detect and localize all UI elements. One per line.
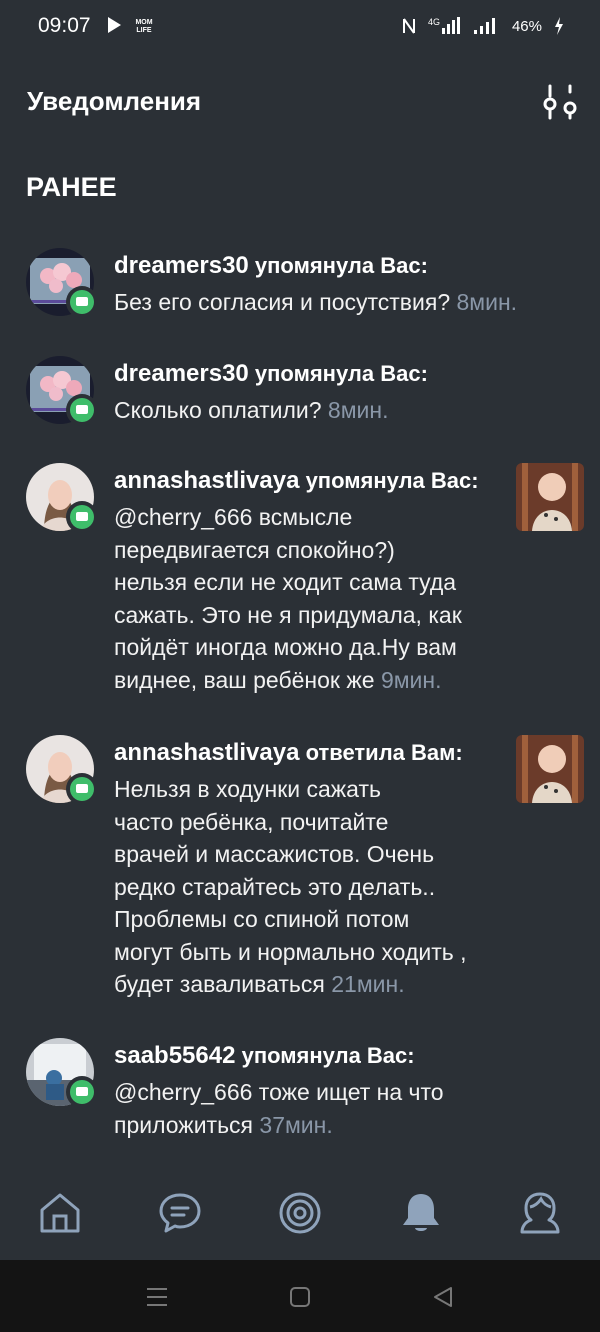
svg-text:4G: 4G	[428, 17, 440, 27]
app-logo-icon: MOM LIFE	[134, 16, 154, 36]
svg-text:LIFE: LIFE	[136, 27, 151, 34]
username[interactable]: annashastlivaya	[114, 739, 299, 766]
notification-item[interactable]: annashastlivaya упомянула Вас: @cherry_6…	[0, 463, 600, 703]
notification-header: annashastlivaya ответила Вам:	[114, 739, 463, 767]
back-icon[interactable]	[432, 1285, 454, 1309]
notification-header: dreamers30 упомянула Вас:	[114, 360, 428, 388]
notification-text: Нельзя в ходунки сажать часто ребёнка, п…	[114, 773, 467, 1001]
message-line: пойдёт иногда можно да.Ну вам	[114, 634, 457, 660]
message-text: Без его согласия и посутствия?	[114, 289, 451, 315]
message-line: сажать. Это не я придумала, как	[114, 601, 462, 628]
message-line: Нельзя в ходунки сажать	[114, 776, 381, 802]
filter-settings-icon[interactable]	[538, 82, 582, 122]
mention-badge-icon	[66, 501, 98, 533]
message-text: будет заваливаться	[114, 971, 325, 997]
play-icon	[108, 17, 121, 33]
notification-action: упомянула Вас:	[254, 361, 428, 386]
message-line: врачей и массажистов. Очень	[114, 841, 435, 867]
mention-badge-icon	[66, 394, 98, 426]
signal-4g-icon: 4G	[428, 17, 460, 34]
notification-item[interactable]: saab55642 упомянула Вас: @cherry_666 тож…	[0, 1038, 600, 1148]
mention-badge-icon	[66, 1076, 98, 1108]
message-line: будет заваливаться 21мин.	[114, 968, 467, 1001]
notification-header: saab55642 упомянула Вас:	[114, 1042, 415, 1070]
message-text: Сколько оплатили?	[114, 397, 322, 423]
target-icon[interactable]	[277, 1190, 323, 1236]
notification-text: Сколько оплатили? 8мин.	[114, 394, 388, 427]
home-button-icon[interactable]	[289, 1286, 311, 1308]
notification-action: упомянула Вас:	[305, 468, 479, 493]
chat-icon[interactable]	[157, 1190, 203, 1236]
recent-apps-icon[interactable]	[145, 1286, 169, 1308]
message-line: часто ребёнка, почитайте	[114, 808, 389, 835]
message-line: передвигается спокойно?)	[114, 536, 395, 563]
bell-icon[interactable]	[398, 1190, 444, 1236]
notification-header: annashastlivaya упомянула Вас:	[114, 467, 479, 495]
post-thumbnail[interactable]	[516, 463, 584, 531]
timestamp: 37мин.	[259, 1111, 333, 1138]
message-line: виднее, ваш ребёнок же 9мин.	[114, 664, 462, 697]
message-line: приложиться 37мин.	[114, 1109, 444, 1142]
profile-icon[interactable]	[517, 1190, 563, 1236]
message-text: виднее, ваш ребёнок же	[114, 666, 375, 693]
mention-badge-icon	[66, 286, 98, 318]
timestamp: 9мин.	[380, 666, 442, 693]
message-text: приложиться	[114, 1111, 254, 1138]
notification-action: упомянула Вас:	[241, 1043, 415, 1068]
username[interactable]: annashastlivaya	[114, 467, 299, 494]
notification-text: @cherry_666 тоже ищет на что приложиться…	[114, 1076, 444, 1141]
section-heading: РАНЕЕ	[26, 172, 117, 202]
notification-item[interactable]: dreamers30 упомянула Вас: Сколько оплати…	[0, 356, 600, 436]
charging-icon	[555, 17, 563, 35]
notification-item[interactable]: annashastlivaya ответила Вам: Нельзя в х…	[0, 735, 600, 1005]
page-header: Уведомления	[0, 70, 600, 134]
notification-action: ответила Вам:	[305, 740, 463, 765]
page-title: Уведомления	[27, 86, 202, 116]
notification-header: dreamers30 упомянула Вас:	[114, 252, 428, 280]
system-navigation-bar	[0, 1260, 600, 1332]
status-bar: 09:07 MOM LIFE 4G 46%	[0, 0, 600, 54]
notification-text: @cherry_666 всмысле передвигается спокой…	[114, 501, 462, 696]
timestamp: 8мин.	[327, 397, 389, 423]
message-line: могут быть и нормально ходить ,	[114, 938, 467, 965]
status-time: 09:07	[38, 14, 91, 37]
home-icon[interactable]	[37, 1190, 83, 1236]
username[interactable]: dreamers30	[114, 360, 249, 387]
username[interactable]: saab55642	[114, 1042, 235, 1069]
message-line: Проблемы со спиной потом	[114, 906, 410, 932]
post-thumbnail[interactable]	[516, 735, 584, 803]
message-line: @cherry_666 тоже ищет на что	[114, 1079, 444, 1105]
notification-item[interactable]: dreamers30 упомянула Вас: Без его соглас…	[0, 248, 600, 328]
notification-text: Без его согласия и посутствия? 8мин.	[114, 286, 517, 319]
nfc-icon	[402, 18, 415, 34]
svg-text:MOM: MOM	[135, 19, 152, 26]
signal-icon	[473, 18, 495, 34]
message-line: редко старайтесь это делать..	[114, 873, 436, 900]
reply-badge-icon	[66, 773, 98, 805]
message-line: @cherry_666 всмысле	[114, 504, 353, 530]
timestamp: 8мин.	[456, 289, 518, 315]
username[interactable]: dreamers30	[114, 252, 249, 279]
message-line: нельзя если не ходит сама туда	[114, 569, 457, 595]
battery-level: 46%	[511, 17, 542, 35]
notification-action: упомянула Вас:	[254, 253, 428, 278]
timestamp: 21мин.	[331, 971, 405, 997]
bottom-navigation	[0, 1170, 600, 1260]
